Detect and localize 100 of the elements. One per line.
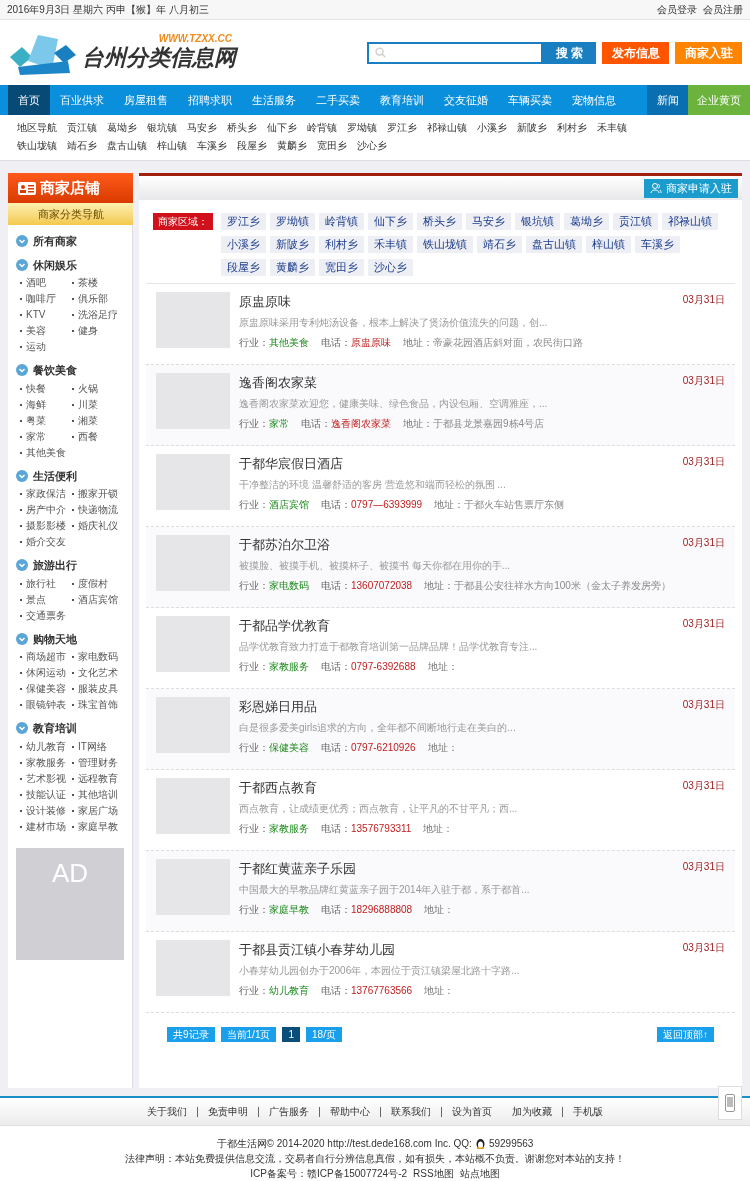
region-link[interactable]: 葛坳乡 — [107, 120, 137, 135]
region-tag[interactable]: 禾丰镇 — [368, 236, 413, 253]
region-tag[interactable]: 黄麟乡 — [270, 259, 315, 276]
category-link[interactable]: 眼镜钟表 — [26, 697, 66, 713]
region-tag[interactable]: 新陂乡 — [270, 236, 315, 253]
category-link[interactable]: 管理财务 — [78, 754, 118, 771]
region-tag[interactable]: 葛坳乡 — [564, 213, 609, 230]
region-tag[interactable]: 沙心乡 — [368, 259, 413, 276]
region-tag[interactable]: 宽田乡 — [319, 259, 364, 276]
footer-link[interactable]: 广告服务 — [258, 1106, 319, 1117]
category-link[interactable]: 家居广场 — [78, 802, 118, 819]
region-link[interactable]: 罗坳镇 — [347, 120, 377, 135]
region-tag[interactable]: 梓山镇 — [586, 236, 631, 253]
region-link[interactable]: 罗江乡 — [387, 120, 417, 135]
region-tag[interactable]: 马安乡 — [466, 213, 511, 230]
category-link[interactable]: 婚庆礼仪 — [78, 518, 118, 534]
thumbnail[interactable] — [156, 940, 230, 996]
region-link[interactable]: 银坑镇 — [147, 120, 177, 135]
category-link[interactable]: 服装皮具 — [78, 681, 118, 697]
region-link[interactable]: 梓山镇 — [157, 138, 187, 153]
region-tag[interactable]: 罗江乡 — [221, 213, 266, 230]
category-link[interactable]: 远程教育 — [78, 770, 118, 787]
sitemap-link[interactable]: 站点地图 — [459, 1166, 500, 1181]
region-link[interactable]: 车溪乡 — [197, 138, 227, 153]
account-link[interactable]: 会员登录 — [657, 2, 697, 17]
category-link[interactable]: 酒吧 — [26, 275, 46, 291]
region-link[interactable]: 岭背镇 — [307, 120, 337, 135]
category-link[interactable]: 交通票务 — [26, 607, 66, 624]
category-link[interactable]: 艺术影视 — [26, 770, 66, 787]
category-heading[interactable]: 购物天地 — [33, 630, 77, 647]
category-link[interactable]: 咖啡厅 — [26, 291, 56, 307]
listing-title[interactable]: 于都西点教育 — [239, 778, 317, 798]
category-link[interactable]: 家庭早教 — [78, 818, 118, 835]
listing-title[interactable]: 于都县贡江镇小春芽幼儿园 — [239, 940, 395, 960]
category-link[interactable]: 运动 — [26, 339, 46, 355]
region-link[interactable]: 黄麟乡 — [277, 138, 307, 153]
region-link[interactable]: 小溪乡 — [477, 120, 507, 135]
region-link[interactable]: 马安乡 — [187, 120, 217, 135]
category-link[interactable]: 洗浴足疗 — [78, 307, 118, 323]
category-link[interactable]: 文化艺术 — [78, 665, 118, 681]
region-link[interactable]: 段屋乡 — [237, 138, 267, 153]
nav-tab[interactable]: 新闻 — [647, 85, 688, 115]
category-link[interactable]: 建材市场 — [26, 818, 66, 835]
region-tag[interactable]: 铁山垅镇 — [417, 236, 473, 253]
category-heading[interactable]: 教育培训 — [33, 720, 77, 737]
thumbnail[interactable] — [156, 454, 230, 510]
category-link[interactable]: 粤菜 — [26, 412, 46, 429]
category-link[interactable]: 珠宝首饰 — [78, 697, 118, 713]
region-tag[interactable]: 靖石乡 — [477, 236, 522, 253]
category-link[interactable]: 西餐 — [78, 428, 98, 445]
listing-title[interactable]: 于都苏泊尔卫浴 — [239, 535, 330, 555]
footer-link[interactable]: 免责申明 — [197, 1106, 258, 1117]
category-link[interactable]: 景点 — [26, 591, 46, 608]
region-tag[interactable]: 桥头乡 — [417, 213, 462, 230]
category-heading[interactable]: 所有商家 — [33, 233, 77, 250]
region-tag[interactable]: 贡江镇 — [613, 213, 658, 230]
sitemap-link[interactable]: RSS地图 — [413, 1166, 454, 1181]
category-link[interactable]: 美容 — [26, 323, 46, 339]
region-link[interactable]: 贡江镇 — [67, 120, 97, 135]
category-link[interactable]: 技能认证 — [26, 786, 66, 803]
category-heading[interactable]: 休闲娱乐 — [33, 256, 77, 273]
thumbnail[interactable] — [156, 616, 230, 672]
region-link[interactable]: 禾丰镇 — [597, 120, 627, 135]
category-link[interactable]: 家政保洁 — [26, 486, 66, 502]
listing-title[interactable]: 逸香阁农家菜 — [239, 373, 317, 393]
listing-title[interactable]: 彩恩娣日用品 — [239, 697, 317, 717]
category-link[interactable]: 俱乐部 — [78, 291, 108, 307]
footer-link[interactable]: 关于我们 — [137, 1106, 197, 1117]
region-link[interactable]: 地区导航 — [17, 120, 57, 135]
category-link[interactable]: 酒店宾馆 — [78, 591, 118, 608]
category-link[interactable]: 川菜 — [78, 396, 98, 413]
category-link[interactable]: 旅行社 — [26, 575, 56, 592]
category-link[interactable]: 家教服务 — [26, 754, 66, 771]
region-link[interactable]: 宽田乡 — [317, 138, 347, 153]
pagination-button[interactable]: 1 — [282, 1027, 301, 1042]
region-tag[interactable]: 盘古山镇 — [526, 236, 582, 253]
category-link[interactable]: 搬家开锁 — [78, 486, 118, 502]
category-link[interactable]: 房产中介 — [26, 502, 66, 518]
category-heading[interactable]: 生活便利 — [33, 467, 77, 484]
region-tag[interactable]: 祁禄山镇 — [662, 213, 718, 230]
region-link[interactable]: 桥头乡 — [227, 120, 257, 135]
footer-link[interactable]: 设为首页 — [441, 1106, 502, 1117]
category-link[interactable]: 湘菜 — [78, 412, 98, 429]
region-link[interactable]: 仙下乡 — [267, 120, 297, 135]
thumbnail[interactable] — [156, 778, 230, 834]
category-link[interactable]: 茶楼 — [78, 275, 98, 291]
category-link[interactable]: 快递物流 — [78, 502, 118, 518]
thumbnail[interactable] — [156, 292, 230, 348]
category-link[interactable]: 其他美食 — [26, 444, 66, 461]
listing-title[interactable]: 原盅原味 — [239, 292, 291, 312]
category-link[interactable]: 休闲运动 — [26, 665, 66, 681]
region-link[interactable]: 新陂乡 — [517, 120, 547, 135]
region-link[interactable]: 沙心乡 — [357, 138, 387, 153]
search-button[interactable]: 搜 索 — [543, 41, 596, 64]
category-link[interactable]: 家常 — [26, 428, 46, 445]
region-link[interactable]: 盘古山镇 — [107, 138, 147, 153]
footer-link[interactable]: 帮助中心 — [319, 1106, 380, 1117]
region-tag[interactable]: 车溪乡 — [635, 236, 680, 253]
category-link[interactable]: 设计装修 — [26, 802, 66, 819]
region-link[interactable]: 铁山垅镇 — [17, 138, 57, 153]
